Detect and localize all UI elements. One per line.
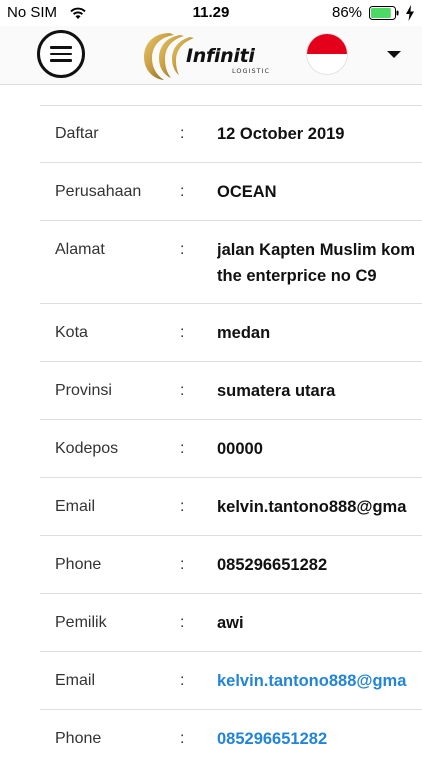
registration-date-value: 12 October 2019 — [217, 125, 345, 143]
address-line-1: jalan Kapten Muslim kom — [217, 241, 416, 259]
city-value: medan — [217, 324, 271, 342]
detail-label: Phone — [55, 730, 102, 747]
owner-email-link[interactable]: kelvin.tantono888@gma — [217, 672, 406, 690]
charging-icon — [406, 5, 414, 21]
address-line-2: the enterprice no C9 — [217, 267, 377, 285]
caret-down-icon[interactable] — [387, 51, 401, 58]
company-logo: Infiniti LOGISTIC — [140, 29, 276, 83]
detail-row-perusahaan: Perusahaan : OCEAN — [40, 163, 422, 221]
detail-separator: : — [180, 614, 185, 631]
detail-row-daftar: Daftar : 12 October 2019 — [40, 105, 422, 163]
detail-row-kodepos: Kodepos : 00000 — [40, 420, 422, 478]
logo-tagline: LOGISTIC — [232, 67, 271, 75]
detail-separator: : — [180, 183, 185, 200]
detail-separator: : — [180, 556, 185, 573]
detail-separator: : — [180, 440, 185, 457]
menu-button[interactable] — [37, 30, 85, 78]
logo-wordmark: Infiniti — [186, 45, 255, 67]
address-value: jalan Kapten Muslim kom the enterprice n… — [217, 239, 422, 289]
indonesia-flag-icon — [307, 34, 347, 54]
detail-row-pemilik: Pemilik : awi — [40, 594, 422, 652]
app-header: Infiniti LOGISTIC — [0, 26, 422, 85]
detail-row-provinsi: Provinsi : sumatera utara — [40, 362, 422, 420]
detail-row-alamat: Alamat : jalan Kapten Muslim kom the ent… — [40, 221, 422, 304]
detail-label: Pemilik — [55, 614, 107, 631]
owner-value: awi — [217, 614, 244, 632]
email-value: kelvin.tantono888@gma — [217, 498, 407, 516]
detail-label: Email — [55, 498, 96, 515]
detail-label: Provinsi — [55, 382, 112, 399]
detail-label: Alamat — [55, 241, 105, 258]
detail-row-phone: Phone : 085296651282 — [40, 536, 422, 594]
language-flag-button[interactable] — [307, 34, 347, 74]
status-bar: No SIM 11.29 86% — [0, 0, 422, 26]
detail-label: Kota — [55, 324, 88, 341]
detail-label: Daftar — [55, 125, 99, 142]
detail-row-kota: Kota : medan — [40, 304, 422, 362]
province-value: sumatera utara — [217, 382, 336, 400]
postal-code-value: 00000 — [217, 440, 263, 458]
phone-value: 085296651282 — [217, 556, 328, 574]
owner-phone-link[interactable]: 085296651282 — [217, 728, 327, 750]
detail-separator: : — [180, 730, 185, 747]
detail-separator: : — [180, 498, 185, 515]
detail-separator: : — [180, 324, 185, 341]
detail-label: Phone — [55, 556, 102, 573]
detail-row-email: Email : kelvin.tantono888@gma — [40, 478, 422, 536]
detail-label: Perusahaan — [55, 183, 142, 200]
detail-label: Email — [55, 672, 96, 689]
detail-separator: : — [180, 672, 185, 689]
detail-separator: : — [180, 125, 185, 142]
battery-icon — [369, 6, 399, 20]
detail-row-owner-phone: Phone : 085296651282 — [40, 710, 422, 767]
detail-separator: : — [180, 241, 185, 258]
detail-separator: : — [180, 382, 185, 399]
battery-percentage: 86% — [332, 4, 363, 21]
company-value: OCEAN — [217, 183, 277, 201]
detail-row-owner-email: Email : kelvin.tantono888@gma — [40, 652, 422, 710]
hamburger-icon — [50, 46, 72, 62]
detail-label: Kodepos — [55, 440, 119, 457]
